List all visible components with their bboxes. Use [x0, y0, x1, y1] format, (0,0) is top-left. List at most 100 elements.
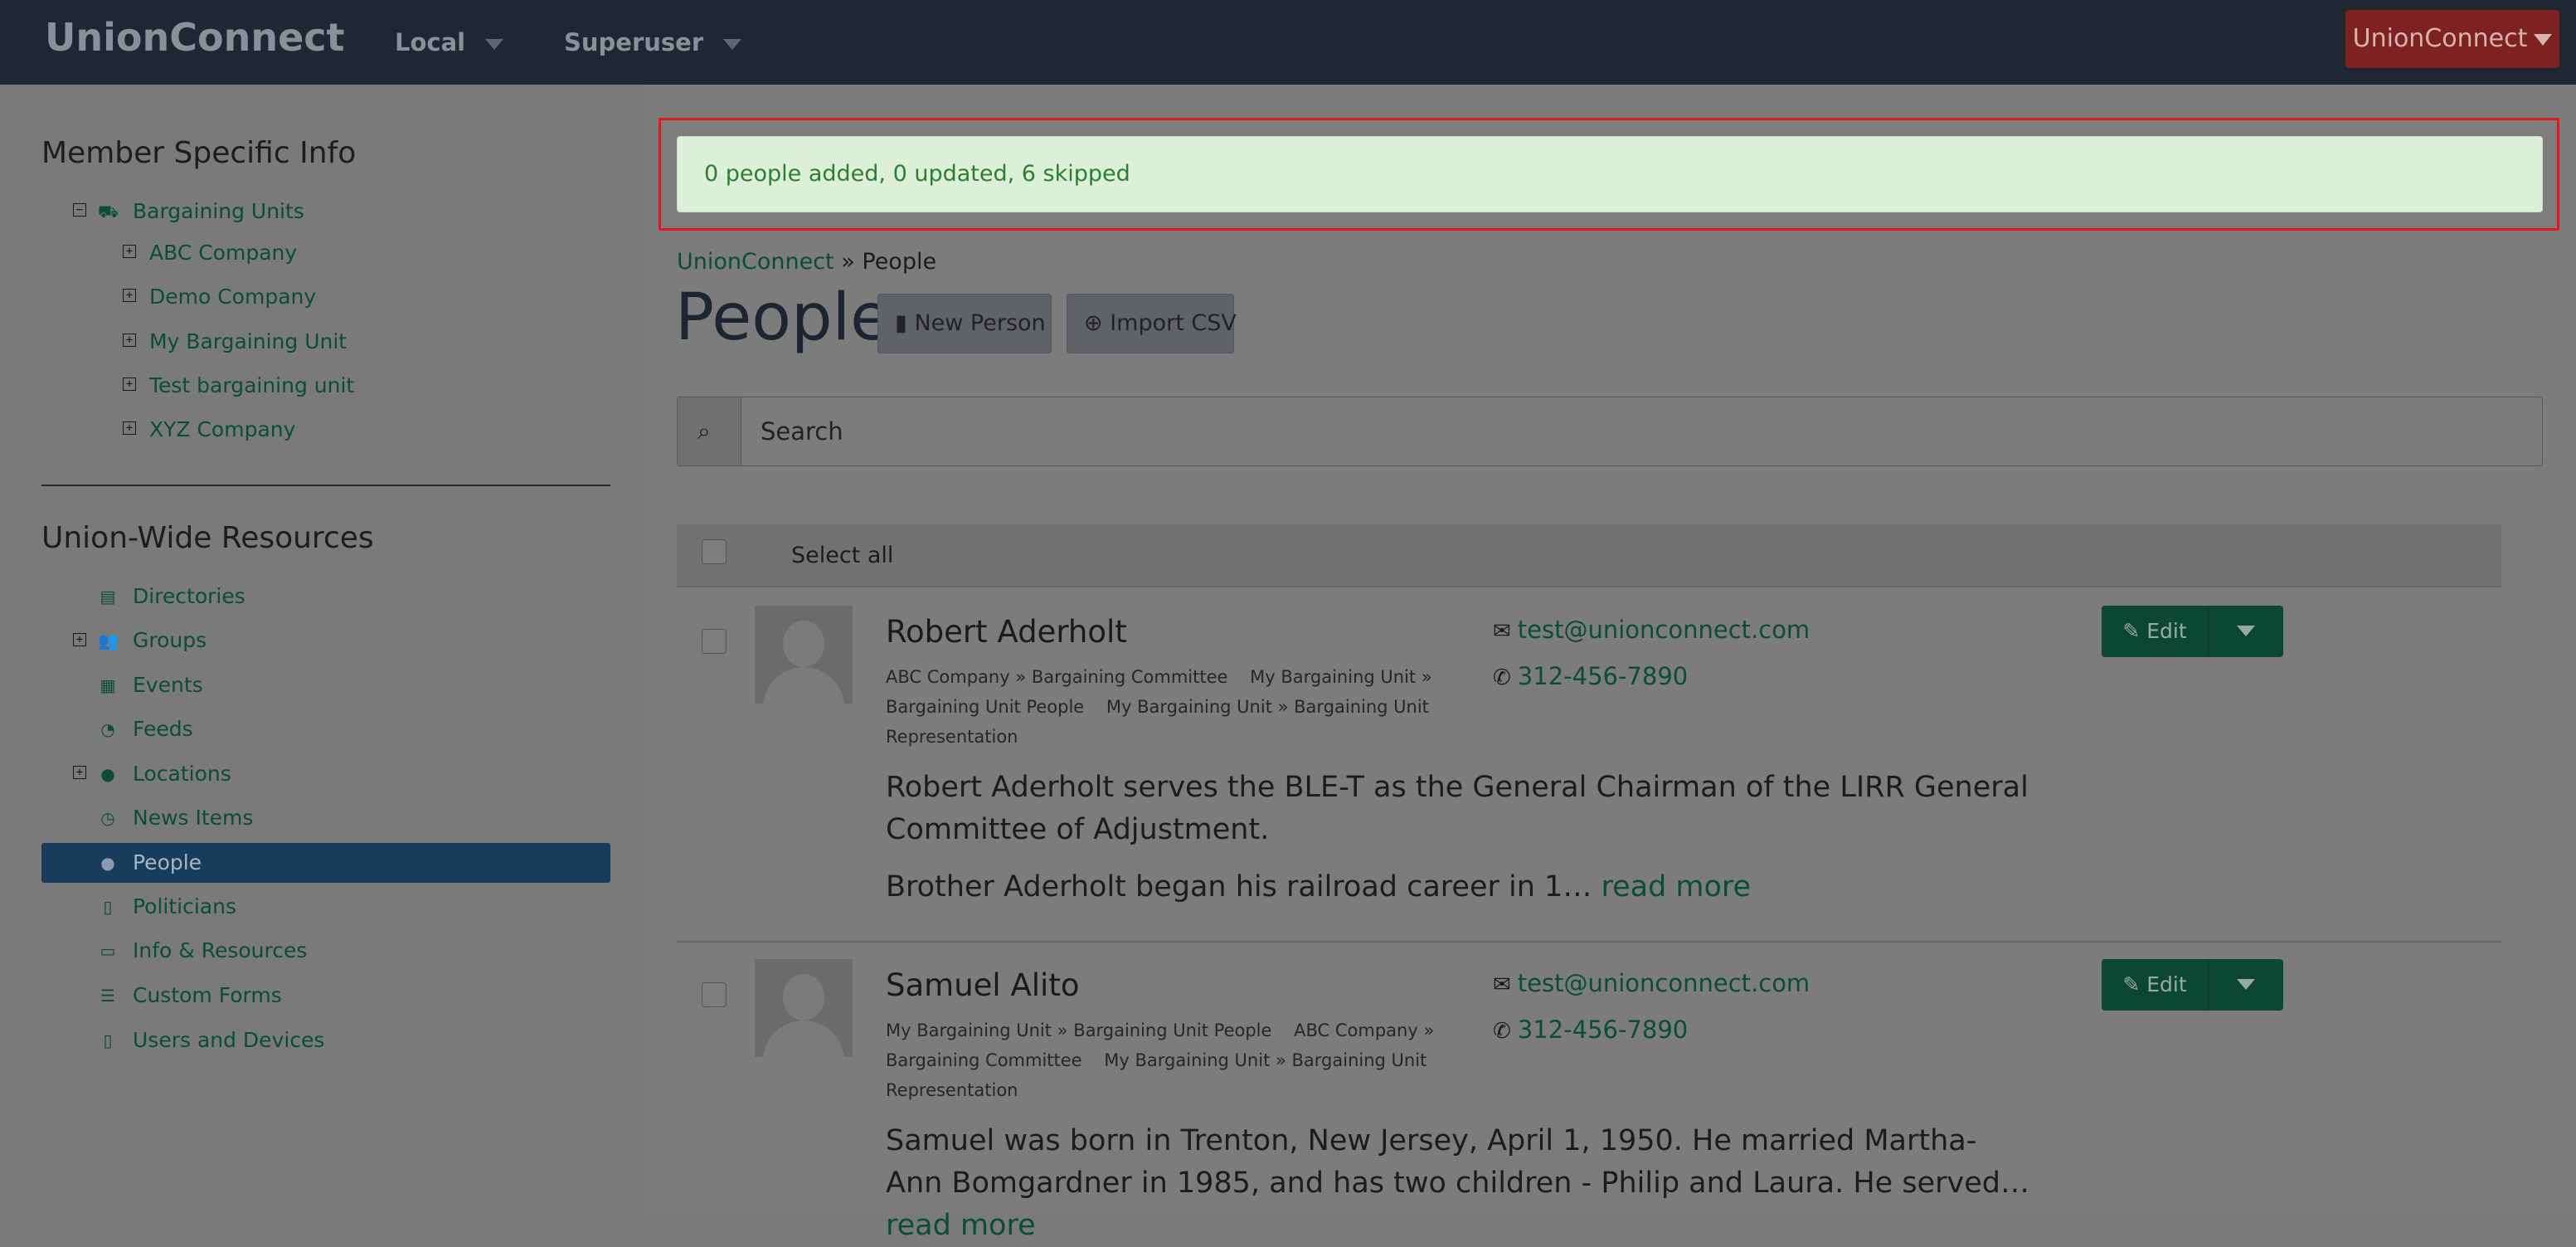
expand-toggle[interactable]: +	[123, 421, 136, 435]
read-more-link[interactable]: read more	[886, 1209, 1036, 1242]
person-name[interactable]: Samuel Alito	[886, 967, 1079, 1003]
expand-toggle[interactable]: +	[73, 766, 86, 779]
account-dropdown-button[interactable]: UnionConnect	[2345, 10, 2559, 68]
import-csv-button[interactable]: ⊕ Import CSV	[1067, 294, 1237, 353]
union-wide-heading: Union-Wide Resources	[41, 521, 374, 555]
sidebar-item-my-bargaining-unit[interactable]: My Bargaining Unit	[149, 329, 347, 353]
phone-text: 312-456-7890	[1517, 662, 1689, 690]
collapse-toggle[interactable]: −	[73, 203, 86, 217]
sidebar-item-directories[interactable]: Directories	[133, 584, 245, 608]
person-tags: My Bargaining Unit » Bargaining Unit Peo…	[886, 1016, 1441, 1105]
chevron-down-icon	[723, 38, 742, 50]
row-divider	[677, 941, 2501, 943]
person-email[interactable]: ✉ test@unionconnect.com	[1493, 616, 1810, 644]
person-email[interactable]: ✉ test@unionconnect.com	[1493, 969, 1810, 997]
sidebar-item-xyz-company[interactable]: XYZ Company	[149, 417, 295, 441]
truck-icon: ⛟	[98, 202, 119, 222]
sidebar-item-news-items[interactable]: News Items	[133, 806, 253, 830]
expand-toggle[interactable]: +	[123, 378, 136, 391]
user-icon: ●	[100, 853, 115, 873]
person-name[interactable]: Robert Aderholt	[886, 614, 1127, 650]
sidebar-item-custom-forms[interactable]: Custom Forms	[133, 983, 282, 1007]
sidebar-item-test-bargaining-unit[interactable]: Test bargaining unit	[149, 373, 354, 397]
select-all-bar	[677, 524, 2501, 587]
sidebar-item-feeds[interactable]: Feeds	[133, 717, 193, 741]
person-bio: Samuel was born in Trenton, New Jersey, …	[886, 1120, 2030, 1247]
sidebar-item-people[interactable]: People	[133, 850, 202, 874]
new-person-label: New Person	[914, 310, 1046, 336]
select-all-checkbox[interactable]	[702, 539, 727, 564]
sidebar-item-users-devices[interactable]: Users and Devices	[133, 1028, 324, 1052]
tag[interactable]: ABC Company » Bargaining Committee	[886, 667, 1227, 687]
expand-toggle[interactable]: +	[73, 633, 86, 646]
sidebar-item-locations[interactable]: Locations	[133, 762, 231, 786]
sidebar-item-info-resources[interactable]: Info & Resources	[133, 938, 307, 962]
bio-paragraph: Robert Aderholt serves the BLE-T as the …	[886, 771, 2029, 846]
search-input[interactable]	[742, 397, 2540, 465]
sidebar-active-highlight	[41, 843, 610, 883]
tablet-icon: ▯	[103, 1030, 113, 1050]
breadcrumb-root-link[interactable]: UnionConnect	[677, 249, 834, 275]
bio-paragraph: Samuel was born in Trenton, New Jersey, …	[886, 1120, 2030, 1247]
breadcrumb-separator: »	[841, 249, 855, 275]
clock-icon: ◷	[100, 808, 115, 828]
building-icon: ▯	[103, 897, 113, 917]
brand-logo[interactable]: UnionConnect	[45, 15, 345, 60]
search-icon: ⌕	[697, 417, 711, 445]
file-icon: ▮	[895, 310, 915, 336]
caret-down-icon	[2534, 33, 2553, 46]
expand-toggle[interactable]: +	[123, 289, 136, 302]
bio-excerpt: Brother Aderholt began his railroad care…	[886, 870, 1592, 904]
sidebar-item-demo-company[interactable]: Demo Company	[149, 285, 316, 309]
row-checkbox[interactable]	[702, 629, 727, 654]
sidebar-item-events[interactable]: Events	[133, 673, 203, 697]
new-person-button[interactable]: ▮ New Person	[877, 294, 1052, 353]
edit-dropdown-toggle[interactable]	[2208, 606, 2283, 657]
calendar-icon: ▦	[100, 675, 116, 695]
phone-icon: ✆	[1493, 665, 1511, 690]
edit-icon: ✎	[2122, 972, 2147, 996]
edit-button[interactable]: ✎ Edit	[2102, 606, 2208, 657]
sidebar-item-groups[interactable]: Groups	[133, 628, 207, 652]
tag[interactable]: My Bargaining Unit » Bargaining Unit Peo…	[886, 1020, 1271, 1040]
person-bio: Robert Aderholt serves the BLE-T as the …	[886, 767, 2030, 908]
rss-icon: ◔	[100, 719, 115, 739]
edit-dropdown-toggle[interactable]	[2208, 959, 2283, 1011]
select-all-label: Select all	[791, 543, 894, 568]
list-icon: ☰	[100, 986, 115, 1006]
search-addon: ⌕	[678, 397, 741, 465]
avatar[interactable]	[755, 606, 853, 704]
person-phone[interactable]: ✆ 312-456-7890	[1493, 1016, 1688, 1044]
local-dropdown[interactable]: Local	[395, 28, 504, 56]
superuser-label: Superuser	[564, 28, 704, 56]
sidebar-item-abc-company[interactable]: ABC Company	[149, 241, 297, 265]
import-result-alert: 0 people added, 0 updated, 6 skipped	[677, 136, 2543, 212]
globe-icon: ●	[100, 764, 115, 784]
bio-paragraph: Brother Aderholt began his railroad care…	[886, 866, 2030, 908]
email-text: test@unionconnect.com	[1517, 969, 1810, 997]
person-phone[interactable]: ✆ 312-456-7890	[1493, 662, 1688, 690]
expand-toggle[interactable]: +	[123, 334, 136, 347]
bio-excerpt: Samuel was born in Trenton, New Jersey, …	[886, 1124, 2029, 1200]
sidebar-item-bargaining-units[interactable]: Bargaining Units	[133, 199, 304, 223]
edit-button[interactable]: ✎ Edit	[2102, 959, 2208, 1011]
expand-toggle[interactable]: +	[123, 245, 136, 258]
page-title: People	[675, 280, 891, 355]
phone-icon: ✆	[1493, 1019, 1511, 1044]
read-more-link[interactable]: read more	[1601, 870, 1751, 904]
chevron-down-icon	[485, 38, 504, 50]
superuser-dropdown[interactable]: Superuser	[564, 28, 742, 56]
envelope-icon: ✉	[1493, 972, 1511, 997]
avatar[interactable]	[755, 959, 853, 1057]
breadcrumb-current: People	[862, 249, 937, 275]
import-csv-label: Import CSV	[1110, 310, 1237, 336]
sidebar-item-politicians[interactable]: Politicians	[133, 894, 236, 918]
caret-down-icon	[2237, 979, 2255, 990]
edit-label: Edit	[2146, 619, 2187, 643]
row-checkbox[interactable]	[702, 982, 727, 1007]
edit-label: Edit	[2146, 972, 2187, 996]
book-icon: ▤	[100, 587, 116, 606]
edit-icon: ✎	[2122, 619, 2147, 643]
breadcrumb: UnionConnect » People	[677, 249, 936, 275]
account-button-label: UnionConnect	[2352, 24, 2528, 53]
